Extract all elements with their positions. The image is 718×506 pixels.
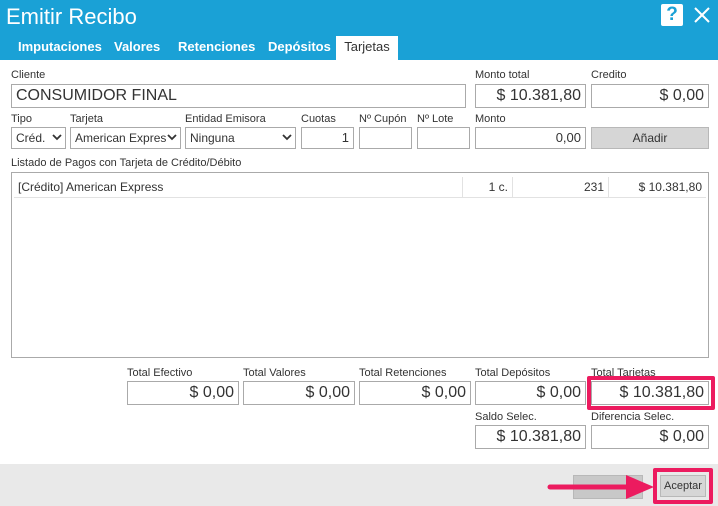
total-retenciones-field: $ 0,00	[359, 381, 471, 405]
total-retenciones-label: Total Retenciones	[359, 367, 447, 379]
chevron-down-icon	[52, 134, 62, 141]
accept-button[interactable]: Aceptar	[660, 475, 706, 497]
entidad-value: Ninguna	[190, 131, 235, 145]
list-label: Listado de Pagos con Tarjeta de Crédito/…	[11, 157, 242, 169]
tarjeta-value: American Expres	[75, 131, 167, 145]
saldo-field: $ 10.381,80	[475, 425, 586, 449]
arrow-right-icon	[547, 475, 654, 499]
add-button[interactable]: Añadir	[591, 127, 709, 149]
tab-depositos[interactable]: Depósitos	[262, 36, 337, 60]
tab-imputaciones[interactable]: Imputaciones	[12, 36, 108, 60]
total-efectivo-label: Total Efectivo	[127, 367, 193, 379]
monto-field[interactable]: 0,00	[475, 127, 586, 149]
cuotas-label: Cuotas	[301, 113, 336, 125]
cupon-label: Nº Cupón	[359, 113, 407, 125]
tipo-value: Créd.	[16, 131, 46, 145]
entidad-select[interactable]: Ninguna	[185, 127, 296, 149]
total-valores-field: $ 0,00	[243, 381, 355, 405]
tarjeta-select[interactable]: American Expres	[70, 127, 181, 149]
total-valores-label: Total Valores	[243, 367, 306, 379]
window-header: Emitir Recibo ? Imputaciones Valores Ret…	[0, 0, 718, 60]
entidad-label: Entidad Emisora	[185, 113, 266, 125]
total-efectivo-field: $ 0,00	[127, 381, 239, 405]
lote-field[interactable]	[417, 127, 470, 149]
monto-total-field: $ 10.381,80	[475, 84, 586, 108]
chevron-down-icon	[282, 134, 292, 141]
highlight-total-tarjetas	[587, 376, 715, 410]
payments-list[interactable]: [Crédito] American Express 1 c. 231 $ 10…	[11, 172, 709, 358]
cuotas-field[interactable]: 1	[301, 127, 354, 149]
chevron-down-icon	[167, 134, 177, 141]
tab-tarjetas[interactable]: Tarjetas	[336, 36, 398, 60]
credito-field: $ 0,00	[591, 84, 709, 108]
close-icon[interactable]	[692, 5, 712, 25]
row-description: [Crédito] American Express	[18, 180, 164, 194]
tipo-label: Tipo	[11, 113, 32, 125]
window-title: Emitir Recibo	[6, 4, 137, 29]
cupon-field[interactable]	[359, 127, 412, 149]
diferencia-field: $ 0,00	[591, 425, 709, 449]
tipo-select[interactable]: Créd.	[11, 127, 66, 149]
saldo-label: Saldo Selec.	[475, 411, 537, 423]
cliente-label: Cliente	[11, 69, 46, 81]
cliente-field[interactable]: CONSUMIDOR FINAL	[11, 84, 466, 108]
monto-total-label: Monto total	[475, 69, 530, 81]
tarjeta-label: Tarjeta	[70, 113, 104, 125]
tab-retenciones[interactable]: Retenciones	[172, 36, 261, 60]
credito-label: Credito	[591, 69, 627, 81]
help-icon[interactable]: ?	[661, 4, 683, 26]
diferencia-label: Diferencia Selec.	[591, 411, 675, 423]
list-item[interactable]: [Crédito] American Express 1 c. 231 $ 10…	[14, 177, 706, 198]
row-cuotas: 1 c.	[462, 177, 512, 197]
total-depositos-field: $ 0,00	[475, 381, 586, 405]
lote-label: Nº Lote	[417, 113, 454, 125]
monto-label: Monto	[475, 113, 506, 125]
row-cupon: 231	[512, 177, 608, 197]
row-monto: $ 10.381,80	[608, 177, 706, 197]
total-depositos-label: Total Depósitos	[475, 367, 551, 379]
tab-valores[interactable]: Valores	[108, 36, 166, 60]
